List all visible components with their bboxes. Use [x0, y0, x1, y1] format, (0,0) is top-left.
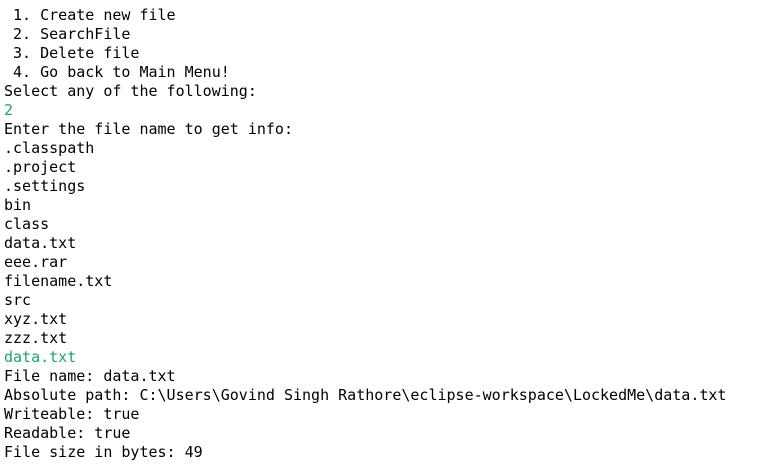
select-prompt: Select any of the following:: [4, 82, 257, 100]
file-list-item: data.txt: [4, 234, 77, 252]
file-list-item: filename.txt: [4, 272, 113, 290]
file-list-item: .classpath: [4, 139, 95, 157]
file-info-absolute-path: Absolute path: C:\Users\Govind Singh Rat…: [4, 386, 727, 404]
console-output[interactable]: 1. Create new file 2. SearchFile 3. Dele…: [0, 0, 758, 469]
menu-item-delete-file: 3. Delete file: [4, 44, 140, 62]
file-info-readable: Readable: true: [4, 424, 131, 442]
menu-item-search-file: 2. SearchFile: [4, 25, 131, 43]
file-list-item: .settings: [4, 177, 86, 195]
file-list-item: eee.rar: [4, 253, 68, 271]
file-info-name: File name: data.txt: [4, 367, 176, 385]
file-list-item: class: [4, 215, 50, 233]
user-input-choice: 2: [4, 101, 14, 119]
menu-item-create-file: 1. Create new file: [4, 6, 176, 24]
filename-prompt: Enter the file name to get info:: [4, 120, 293, 138]
file-info-size: File size in bytes: 49: [4, 443, 203, 461]
user-input-filename: data.txt: [4, 348, 77, 366]
file-list-item: src: [4, 291, 32, 309]
file-info-writeable: Writeable: true: [4, 405, 140, 423]
menu-item-main-menu: 4. Go back to Main Menu!: [4, 63, 230, 81]
file-list-item: bin: [4, 196, 32, 214]
file-list-item: zzz.txt: [4, 329, 68, 347]
file-list-item: .project: [4, 158, 77, 176]
file-list-item: xyz.txt: [4, 310, 68, 328]
